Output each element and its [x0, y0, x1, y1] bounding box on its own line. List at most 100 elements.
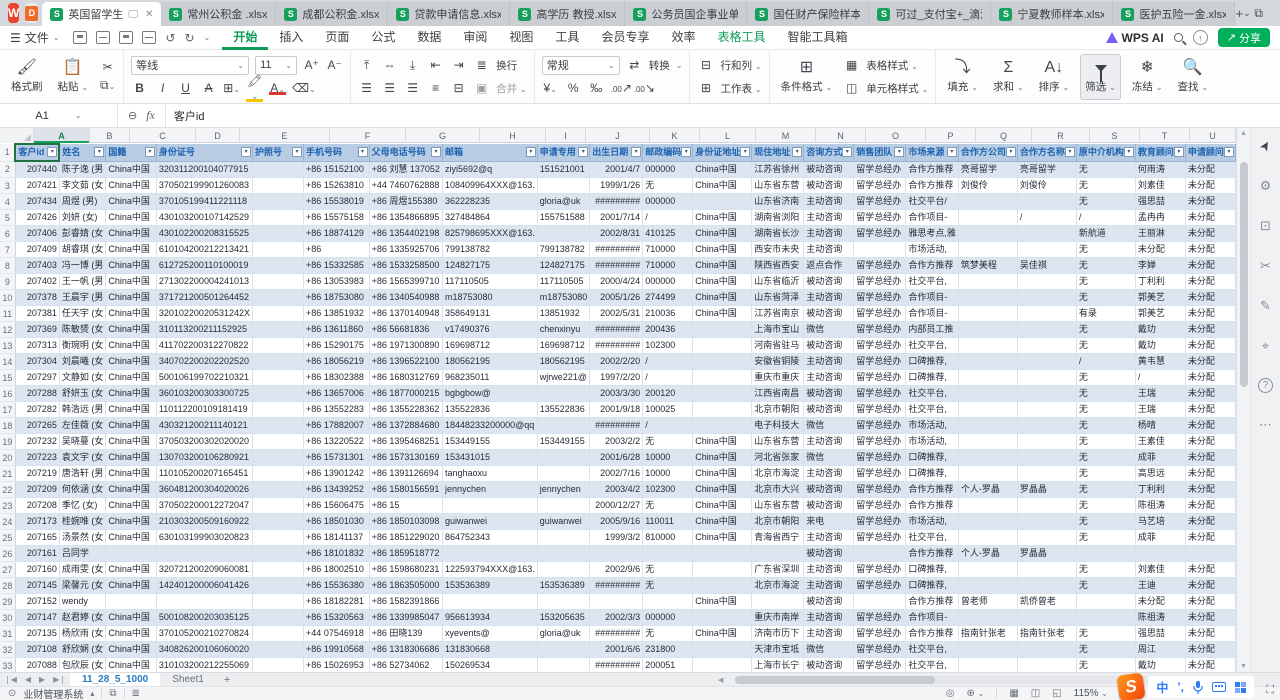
cell-L4[interactable] [693, 194, 752, 210]
cell-K9[interactable]: 000000 [643, 274, 693, 290]
cell-S32[interactable]: 无 [1076, 642, 1135, 658]
cell-T26[interactable] [1135, 546, 1185, 562]
cell-G26[interactable]: +86 1859518772 [369, 546, 442, 562]
cell-A3[interactable]: 207421 [15, 178, 59, 194]
cell-K31[interactable]: 无 [643, 626, 693, 642]
cell-N30[interactable]: 主动咨询 [804, 610, 854, 626]
conditional-format-button[interactable]: ⊞ 条件格式 ⌄ [777, 54, 837, 100]
fullscreen-icon[interactable]: ⛶ [1266, 684, 1274, 697]
menu-item-0[interactable]: 开始 [222, 26, 268, 50]
cell-M14[interactable]: 安徽省铜陵 [752, 354, 804, 370]
cell-K8[interactable]: 710000 [643, 258, 693, 274]
cell-D9[interactable]: 271302200004241013 [156, 274, 252, 290]
doc-manager-button[interactable]: D [25, 3, 38, 23]
cell-A27[interactable]: 207160 [15, 562, 59, 578]
cell-I19[interactable]: 153449155 [537, 434, 590, 450]
cell-P24[interactable]: 市场活动, [906, 514, 959, 530]
cell-P28[interactable]: 口碑推荐, [906, 578, 959, 594]
cell-H8[interactable]: 124827175 [443, 258, 538, 274]
cell-U17[interactable]: 未分配 [1185, 402, 1235, 418]
row-header-30[interactable]: 30 [0, 610, 15, 626]
cell-C9[interactable]: China中国 [106, 274, 157, 290]
cell-D8[interactable]: 612725200110100019 [156, 258, 252, 274]
cell-F20[interactable]: +86 15731301 [304, 450, 370, 466]
cell-T5[interactable]: 孟冉冉 [1135, 210, 1185, 226]
menu-item-2[interactable]: 页面 [314, 26, 360, 50]
cell-I17[interactable]: 135522836 [537, 402, 590, 418]
cell-T28[interactable]: 王迪 [1135, 578, 1185, 594]
cell-G7[interactable]: +86 1335925706 [369, 242, 442, 258]
normal-view-icon[interactable]: ▦ [1009, 688, 1018, 699]
cell-L3[interactable]: China中国 [693, 178, 752, 194]
cell-J24[interactable]: 2005/9/16 [590, 514, 643, 530]
header-cell-N1[interactable]: 咨询方式▾ [804, 144, 854, 161]
cell-R20[interactable] [1017, 450, 1076, 466]
cell-C7[interactable]: China中国 [106, 242, 157, 258]
cell-Q8[interactable]: 筑梦美程 [958, 258, 1017, 274]
cell-P11[interactable]: 合作项目- [906, 306, 959, 322]
cell-E28[interactable] [253, 578, 304, 594]
prev-sheet-icon[interactable]: ◀ [21, 675, 35, 684]
cell-G29[interactable]: +86 1582391866 [369, 594, 442, 610]
cell-I15[interactable]: wjrwe221@ [537, 370, 590, 386]
cell-P14[interactable]: 口碑推荐, [906, 354, 959, 370]
cell-M21[interactable]: 北京市海淀 [752, 466, 804, 482]
font-color-button[interactable]: A⌄ [269, 81, 286, 95]
cell-I26[interactable] [537, 546, 590, 562]
cell-F32[interactable]: +86 19910568 [304, 642, 370, 658]
cell-K14[interactable]: / [643, 354, 693, 370]
cell-J2[interactable]: 2001/4/7 [590, 161, 643, 178]
cell-O4[interactable]: 留学总经办 [854, 194, 906, 210]
cell-H26[interactable] [443, 546, 538, 562]
cell-N27[interactable]: 主动咨询 [804, 562, 854, 578]
cell-M4[interactable]: 山东省济南 [752, 194, 804, 210]
cell-K4[interactable]: 000000 [643, 194, 693, 210]
cell-G20[interactable]: +86 1573130169 [369, 450, 442, 466]
horizontal-scroll-thumb[interactable] [735, 676, 935, 684]
cell-E31[interactable] [253, 626, 304, 642]
hscroll-left-icon[interactable]: ◀ [718, 676, 723, 684]
cell-H31[interactable]: xyevents@ [443, 626, 538, 642]
cell-C20[interactable]: China中国 [106, 450, 157, 466]
cell-A26[interactable]: 207161 [15, 546, 59, 562]
cell-T10[interactable]: 郭美艺 [1135, 290, 1185, 306]
cell-R4[interactable] [1017, 194, 1076, 210]
eye-protect-icon[interactable]: ⊕ ⌄ [966, 688, 984, 699]
header-cell-J1[interactable]: 出生日期▾ [590, 144, 643, 161]
cell-G3[interactable]: +44 7460762888 [369, 178, 442, 194]
wrap-text-button[interactable]: ≣ [473, 58, 490, 72]
column-header-T[interactable]: T [1140, 128, 1190, 143]
cell-O2[interactable]: 留学总经办 [854, 161, 906, 178]
cell-O21[interactable]: 留学总经办 [854, 466, 906, 482]
cell-Q13[interactable] [958, 338, 1017, 354]
cell-R11[interactable] [1017, 306, 1076, 322]
page-break-view-icon[interactable]: ◱ [1052, 688, 1061, 699]
cell-L32[interactable] [693, 642, 752, 658]
cell-G6[interactable]: +86 1354402198 [369, 226, 442, 242]
row-header-8[interactable]: 8 [0, 258, 15, 274]
document-tab-7[interactable]: S可过_支付宝+_滴滴 [869, 2, 991, 26]
row-header-4[interactable]: 4 [0, 194, 15, 210]
cell-D20[interactable]: 130703200106280921 [156, 450, 252, 466]
cell-D11[interactable]: 32010220020531242X [156, 306, 252, 322]
cell-I25[interactable] [537, 530, 590, 546]
cell-K24[interactable]: 110011 [643, 514, 693, 530]
cell-L8[interactable]: China中国 [693, 258, 752, 274]
cell-M6[interactable]: 湖南省长沙 [752, 226, 804, 242]
save-icon[interactable] [73, 31, 87, 44]
cell-O14[interactable]: 留学总经办 [854, 354, 906, 370]
column-header-R[interactable]: R [1032, 128, 1090, 143]
header-cell-G1[interactable]: 父母电话号码▾ [369, 144, 442, 161]
menu-item-1[interactable]: 插入 [268, 26, 314, 50]
cell-O13[interactable]: 留学总经办 [854, 338, 906, 354]
microphone-icon[interactable] [1193, 681, 1203, 694]
cell-F15[interactable]: +86 18302388 [304, 370, 370, 386]
document-tab-5[interactable]: S公务员国企事业单... [625, 2, 747, 26]
cut-tools-icon[interactable]: ✂ [1260, 258, 1271, 274]
menu-item-8[interactable]: 会员专享 [590, 26, 660, 50]
cell-G21[interactable]: +86 1391126694 [369, 466, 442, 482]
cell-N11[interactable]: 被动咨询 [804, 306, 854, 322]
cell-Q16[interactable] [958, 386, 1017, 402]
filter-dropdown-icon[interactable]: ▾ [681, 147, 691, 157]
cell-F16[interactable]: +86 13657006 [304, 386, 370, 402]
